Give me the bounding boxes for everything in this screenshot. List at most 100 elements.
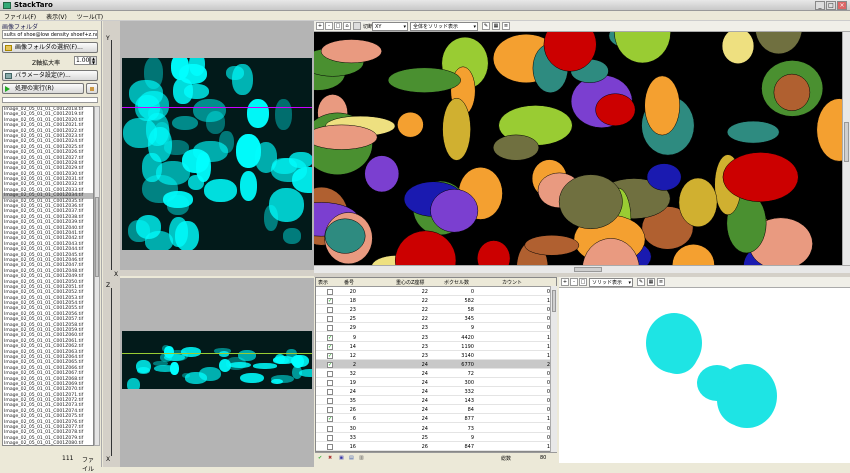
segmented-object[interactable] bbox=[721, 32, 755, 64]
small-brush-icon[interactable]: ✎ bbox=[637, 278, 645, 286]
show-checkbox[interactable]: ✓ bbox=[327, 343, 333, 350]
xy-slice-marker-line[interactable] bbox=[122, 107, 312, 108]
header-count[interactable]: カウント bbox=[502, 279, 522, 286]
xy-slice-image[interactable] bbox=[122, 58, 312, 250]
home-icon[interactable]: ⌂ bbox=[343, 22, 351, 30]
segmented-object[interactable] bbox=[314, 124, 378, 150]
show-checkbox[interactable] bbox=[327, 380, 333, 386]
file-list-item[interactable]: Image_02_05_01_01_C001Z060.tif bbox=[3, 333, 93, 338]
segmented-object[interactable] bbox=[595, 93, 636, 126]
segmented-object[interactable] bbox=[726, 120, 780, 144]
fit-icon[interactable]: □ bbox=[334, 22, 342, 30]
run-process-button[interactable]: 処理の実行(R) bbox=[2, 83, 84, 94]
brush-icon[interactable]: ✎ bbox=[482, 22, 490, 30]
file-list-item[interactable]: Image_02_05_01_01_C001Z044.tif bbox=[3, 247, 93, 252]
file-list-item[interactable]: Image_02_05_01_01_C001Z047.tif bbox=[3, 263, 93, 268]
file-list-item[interactable]: Image_02_05_01_01_C001Z034.tif bbox=[3, 193, 93, 199]
segmented-object[interactable] bbox=[492, 134, 540, 161]
segmented-object[interactable] bbox=[430, 188, 479, 233]
table-row[interactable]: 32 24 72 0 bbox=[316, 369, 556, 378]
view3d-hscroll[interactable] bbox=[314, 265, 850, 273]
file-list-item[interactable]: Image_02_05_01_01_C001Z019.tif bbox=[3, 112, 93, 117]
palette-icon[interactable]: ▦ bbox=[492, 22, 500, 30]
file-list-item[interactable]: Image_02_05_01_01_C001Z049.tif bbox=[3, 274, 93, 279]
section-checkbox[interactable] bbox=[353, 22, 361, 30]
table-row[interactable]: 29 23 9 0 bbox=[316, 323, 556, 333]
show-checkbox[interactable] bbox=[327, 316, 333, 323]
table-row[interactable]: ✓ 18 22 582 1 bbox=[316, 296, 556, 306]
small-zoom-out-icon[interactable]: - bbox=[570, 278, 578, 286]
file-list-item[interactable]: Image_02_05_01_01_C001Z080.tif bbox=[3, 441, 93, 445]
view3d-vscroll[interactable] bbox=[842, 32, 850, 265]
segmented-object[interactable] bbox=[387, 67, 461, 93]
file-list-item[interactable]: Image_02_05_01_01_C001Z026.tif bbox=[3, 150, 93, 155]
show-checkbox[interactable]: ✓ bbox=[327, 416, 333, 423]
export-icon[interactable]: ▥ bbox=[359, 455, 364, 461]
small-settings-icon[interactable]: ≡ bbox=[657, 278, 665, 286]
table-row[interactable]: 23 22 58 0 bbox=[316, 305, 556, 315]
small-zoom-in-icon[interactable]: + bbox=[561, 278, 569, 286]
parameters-button[interactable]: パラメータ設定(P)... bbox=[2, 70, 98, 81]
segmented-object[interactable] bbox=[364, 155, 400, 193]
table-row[interactable]: ✓ 9 23 4420 1 bbox=[316, 333, 556, 342]
show-checkbox[interactable] bbox=[327, 389, 333, 396]
file-list-item[interactable]: Image_02_05_01_01_C001Z075.tif bbox=[3, 414, 93, 419]
small-fit-icon[interactable]: □ bbox=[579, 278, 587, 286]
minimize-button[interactable]: _ bbox=[815, 1, 825, 10]
file-list-scrollbar[interactable] bbox=[94, 106, 100, 446]
show-checkbox[interactable] bbox=[327, 370, 333, 377]
table-row[interactable]: ✓ 14 23 1190 1 bbox=[316, 342, 556, 351]
table-row[interactable]: 19 24 300 0 bbox=[316, 378, 556, 387]
small-palette-icon[interactable]: ▦ bbox=[647, 278, 655, 286]
table-row[interactable]: 20 22 0 0 bbox=[316, 287, 556, 296]
segmented-object[interactable] bbox=[397, 111, 424, 138]
table-row[interactable]: 24 24 332 0 bbox=[316, 387, 556, 397]
table-row[interactable]: ✓ 6 24 877 1 bbox=[316, 414, 556, 424]
horizontal-splitter[interactable] bbox=[120, 270, 314, 276]
show-checkbox[interactable] bbox=[327, 325, 333, 332]
show-checkbox[interactable] bbox=[327, 443, 333, 450]
header-voxel-count[interactable]: ボクセル数 bbox=[444, 279, 469, 286]
show-checkbox[interactable] bbox=[327, 425, 333, 432]
show-checkbox[interactable] bbox=[327, 398, 333, 405]
show-checkbox[interactable]: ✓ bbox=[327, 361, 333, 368]
segmented-object[interactable] bbox=[324, 218, 366, 254]
close-button[interactable]: × bbox=[837, 1, 847, 10]
small-display-select[interactable]: ソリッド表示 ▾ bbox=[589, 278, 633, 287]
section-select[interactable]: XY ▾ bbox=[372, 22, 408, 31]
save-icon[interactable]: ▤ bbox=[349, 455, 354, 461]
segmented-object[interactable] bbox=[524, 235, 580, 256]
segmented-object[interactable] bbox=[646, 163, 682, 191]
table-row[interactable]: 35 24 143 0 bbox=[316, 396, 556, 406]
file-list[interactable]: Image_02_05_01_01_C001Z018.tif Image_02_0… bbox=[2, 106, 94, 446]
view3d-canvas[interactable] bbox=[314, 32, 842, 265]
folder-path-field[interactable]: sults of shoe@low density shoef+z.nuc.bi… bbox=[2, 30, 98, 39]
file-list-item[interactable]: Image_02_05_01_01_C001Z042.tif bbox=[3, 236, 93, 241]
segmented-object[interactable] bbox=[320, 39, 382, 64]
header-number[interactable]: 番号 bbox=[344, 279, 354, 286]
show-checkbox[interactable] bbox=[327, 434, 333, 441]
xz-slice-marker-line[interactable] bbox=[122, 353, 312, 354]
z-ratio-spinner[interactable]: ▲ ▼ bbox=[90, 56, 97, 65]
header-centroid-z[interactable]: 重心のZ座標 bbox=[396, 279, 424, 286]
xz-slice-image[interactable] bbox=[122, 331, 312, 389]
uncheck-icon[interactable]: ✖ bbox=[328, 455, 332, 461]
table-row[interactable]: 16 26 847 1 bbox=[316, 442, 556, 451]
zoom-out-icon[interactable]: - bbox=[325, 22, 333, 30]
header-show[interactable]: 表示 bbox=[318, 279, 328, 286]
table-row[interactable]: ✓ 12 23 3140 1 bbox=[316, 351, 556, 360]
check-icon[interactable]: ✔ bbox=[318, 455, 322, 461]
stop-button[interactable] bbox=[86, 83, 98, 94]
display-mode-select[interactable]: 全体をソリッド表示 ▾ bbox=[410, 22, 478, 31]
file-list-item[interactable]: Image_02_05_01_01_C001Z052.tif bbox=[3, 290, 93, 295]
show-checkbox[interactable]: ✓ bbox=[327, 352, 333, 359]
z-ratio-input[interactable]: 1.000 bbox=[74, 56, 93, 65]
show-checkbox[interactable]: ✓ bbox=[327, 334, 333, 341]
file-list-item[interactable]: Image_02_05_01_01_C001Z062.tif bbox=[3, 344, 93, 349]
segmented-object[interactable] bbox=[558, 174, 623, 230]
file-list-item[interactable]: Image_02_05_01_01_C001Z021.tif bbox=[3, 123, 93, 128]
show-checkbox[interactable] bbox=[327, 307, 333, 314]
object-table[interactable]: 表示 番号 重心のZ座標 ボクセル数 カウント 20 22 0 0 ✓ 18 22 582 1 2… bbox=[315, 277, 557, 452]
file-list-item[interactable]: Image_02_05_01_01_C001Z057.tif bbox=[3, 317, 93, 322]
file-list-item[interactable]: Image_02_05_01_01_C001Z067.tif bbox=[3, 371, 93, 376]
